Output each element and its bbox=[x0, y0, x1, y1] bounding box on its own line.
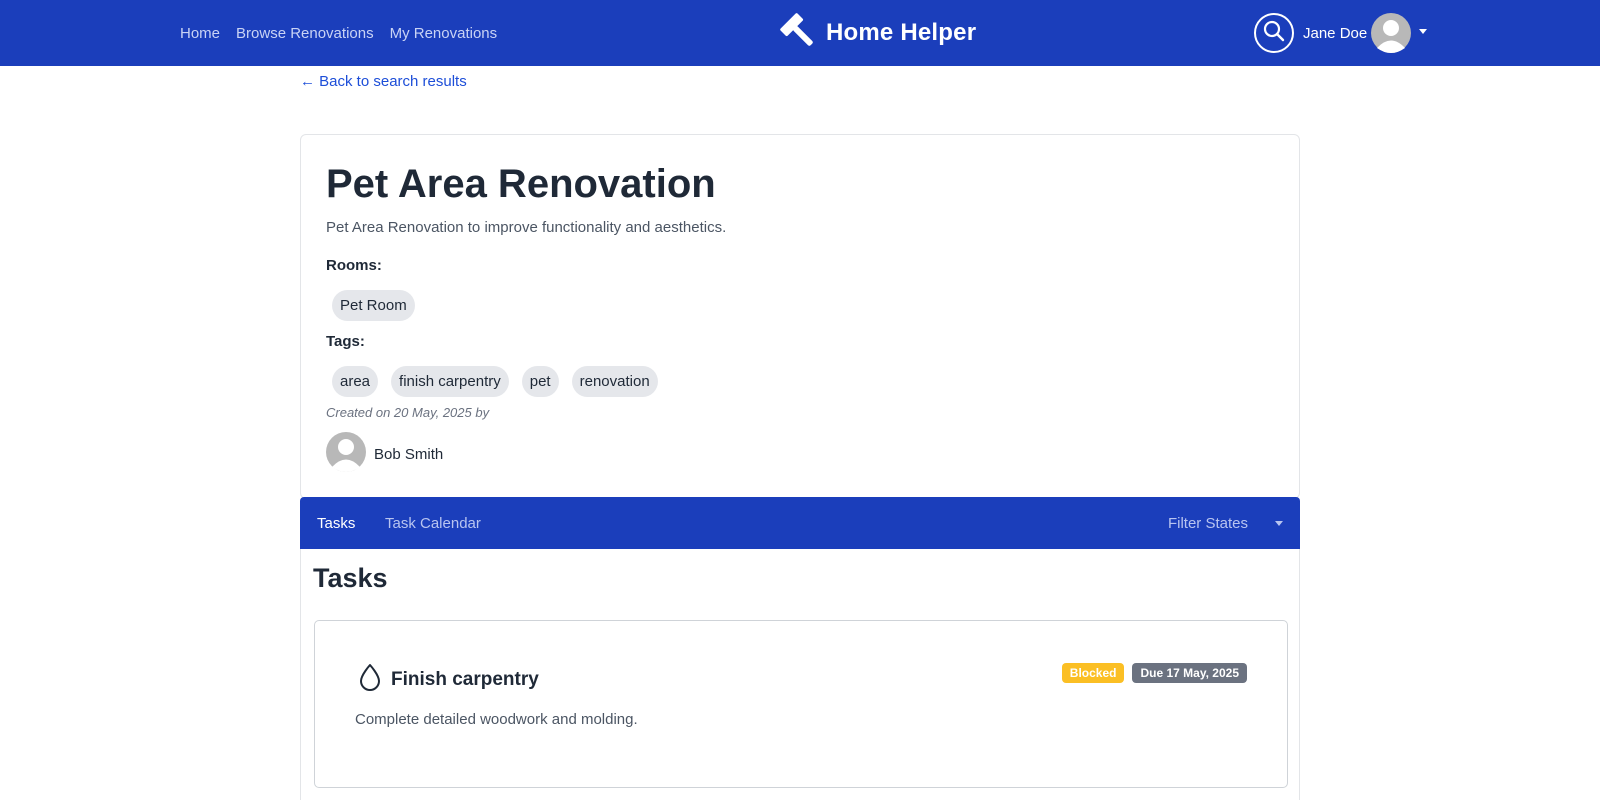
brand-name: Home Helper bbox=[826, 19, 977, 46]
tag-chip[interactable]: pet bbox=[521, 366, 559, 397]
tag-chip[interactable]: finish carpentry bbox=[391, 366, 509, 397]
due-date-badge: Due 17 May, 2025 bbox=[1132, 663, 1247, 683]
creator[interactable]: Bob Smith bbox=[326, 432, 443, 477]
user-avatar[interactable] bbox=[1371, 13, 1412, 53]
tags-label: Tags: bbox=[326, 333, 365, 350]
rooms-list: Pet Room bbox=[332, 290, 415, 321]
rooms-label: Rooms: bbox=[326, 257, 382, 274]
user-menu: Jane Doe bbox=[1254, 13, 1428, 53]
nav-link-home[interactable]: Home bbox=[180, 25, 220, 42]
tab-tasks[interactable]: Tasks bbox=[317, 497, 355, 549]
room-chip[interactable]: Pet Room bbox=[332, 290, 415, 321]
tasks-panel: Tasks Finish carpentry Complete detailed… bbox=[300, 549, 1300, 800]
brand-logo[interactable]: Home Helper bbox=[778, 12, 976, 54]
hammer-icon bbox=[778, 11, 818, 56]
task-title: Finish carpentry bbox=[391, 668, 539, 690]
tag-chip[interactable]: area bbox=[332, 366, 379, 397]
filter-states-dropdown[interactable]: Filter States bbox=[1168, 497, 1248, 549]
nav-links: Home Browse Renovations My Renovations bbox=[180, 0, 497, 66]
task-title-row: Finish carpentry bbox=[357, 663, 539, 696]
user-name[interactable]: Jane Doe bbox=[1303, 25, 1367, 42]
top-navbar: Home Browse Renovations My Renovations H… bbox=[0, 0, 1600, 66]
page-title: Pet Area Renovation bbox=[326, 162, 716, 206]
search-button[interactable] bbox=[1254, 13, 1294, 53]
tasks-tab-bar: Tasks Task Calendar Filter States bbox=[300, 497, 1300, 549]
tasks-heading: Tasks bbox=[313, 563, 388, 593]
nav-link-my-renovations[interactable]: My Renovations bbox=[390, 25, 498, 42]
nav-link-browse-renovations[interactable]: Browse Renovations bbox=[236, 25, 374, 42]
search-icon bbox=[1262, 19, 1286, 48]
created-info: Created on 20 May, 2025 by bbox=[326, 405, 490, 420]
droplet-icon bbox=[357, 663, 383, 696]
task-description: Complete detailed woodwork and molding. bbox=[355, 711, 638, 728]
task-badges: Blocked Due 17 May, 2025 bbox=[1061, 663, 1247, 683]
back-to-search-link[interactable]: ← Back to search results bbox=[300, 73, 467, 90]
task-card[interactable]: Finish carpentry Complete detailed woodw… bbox=[314, 620, 1288, 788]
user-dropdown-caret-icon[interactable] bbox=[1419, 28, 1428, 34]
tag-chip[interactable]: renovation bbox=[571, 366, 658, 397]
creator-name: Bob Smith bbox=[374, 446, 444, 463]
creator-avatar bbox=[326, 432, 366, 477]
tags-list: area finish carpentry pet renovation bbox=[332, 366, 658, 397]
filter-chevron-down-icon[interactable] bbox=[1275, 521, 1283, 526]
status-badge: Blocked bbox=[1061, 663, 1125, 683]
renovation-card: Pet Area Renovation Pet Area Renovation … bbox=[300, 134, 1300, 499]
tab-task-calendar[interactable]: Task Calendar bbox=[385, 497, 481, 549]
renovation-description: Pet Area Renovation to improve functiona… bbox=[326, 219, 727, 236]
